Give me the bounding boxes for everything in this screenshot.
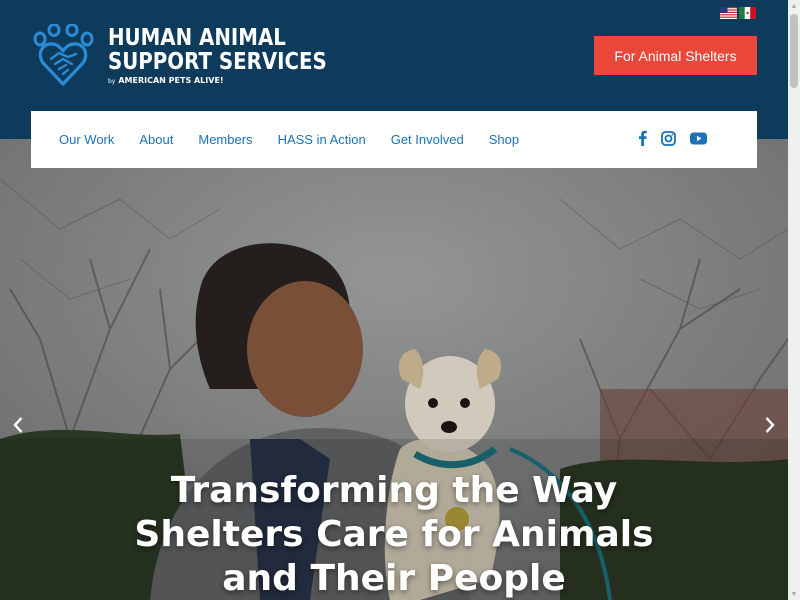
hero-title-line-3: and Their People (222, 558, 566, 599)
logo-line-1: HUMAN ANIMAL (108, 25, 286, 51)
main-nav: Our Work About Members HASS in Action Ge… (31, 111, 757, 168)
chevron-left-icon (13, 417, 23, 433)
nav-item-hass-in-action[interactable]: HASS in Action (278, 132, 366, 147)
us-flag-icon[interactable] (720, 7, 737, 19)
nav-item-shop[interactable]: Shop (489, 132, 519, 147)
logo-byline: by AMERICAN PETS ALIVE! (108, 76, 362, 85)
nav-item-our-work[interactable]: Our Work (59, 132, 114, 147)
page: HUMAN ANIMAL SUPPORT SERVICES by AMERICAN… (0, 0, 788, 600)
slider-prev-arrow[interactable] (8, 413, 28, 437)
site-logo[interactable]: HUMAN ANIMAL SUPPORT SERVICES by AMERICAN… (32, 24, 362, 86)
for-animal-shelters-button[interactable]: For Animal Shelters (594, 36, 757, 75)
mexico-flag-icon[interactable] (739, 7, 756, 19)
logo-line-2: SUPPORT SERVICES (108, 49, 327, 75)
nav-item-members[interactable]: Members (198, 132, 252, 147)
logo-brand: AMERICAN PETS ALIVE! (118, 76, 224, 85)
scroll-thumb[interactable] (790, 14, 798, 88)
hero-title-line-2: Shelters Care for Animals (134, 514, 654, 555)
page-scrollbar[interactable]: ▲ ▼ (788, 0, 800, 600)
slider-next-arrow[interactable] (760, 413, 780, 437)
paw-heart-handshake-icon (33, 24, 94, 86)
social-links (638, 130, 707, 151)
facebook-icon[interactable] (638, 130, 647, 151)
nav-item-about[interactable]: About (139, 132, 173, 147)
nav-item-get-involved[interactable]: Get Involved (391, 132, 464, 147)
scroll-up-arrow[interactable]: ▲ (788, 0, 800, 12)
hero-title: Transforming the Way Shelters Care for A… (94, 469, 694, 600)
hero-title-line-1: Transforming the Way (170, 470, 618, 511)
chevron-right-icon (765, 417, 775, 433)
hero-slider: Transforming the Way Shelters Care for A… (0, 139, 788, 600)
logo-by: by (108, 78, 116, 85)
youtube-icon[interactable] (690, 132, 707, 150)
language-switcher (720, 7, 756, 19)
logo-text: HUMAN ANIMAL SUPPORT SERVICES by AMERICAN… (108, 26, 362, 85)
scroll-down-arrow[interactable]: ▼ (788, 588, 800, 600)
instagram-icon[interactable] (661, 130, 676, 151)
